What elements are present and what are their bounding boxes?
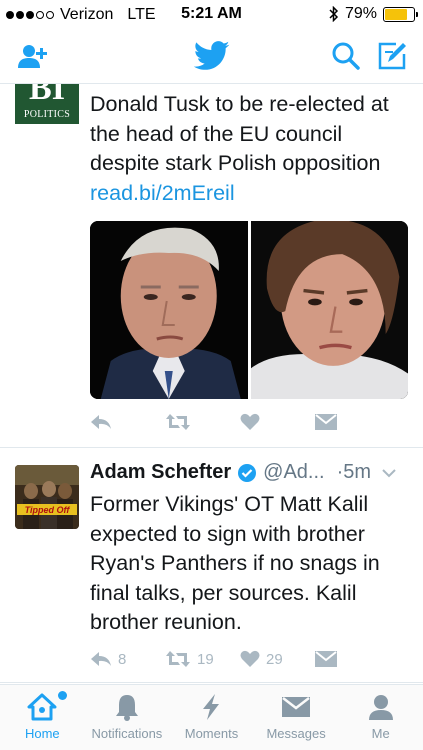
moments-icon (203, 694, 220, 720)
messages-icon (282, 697, 311, 717)
tweet-link[interactable]: read.bi/2mEreil (90, 181, 235, 205)
twitter-bird-icon[interactable] (194, 40, 230, 72)
reply-button[interactable] (90, 413, 165, 431)
nav-bar (0, 28, 423, 84)
tab-messages-label: Messages (266, 726, 326, 741)
status-right: 79% (329, 5, 418, 23)
retweet-icon (166, 651, 190, 667)
tab-me-label: Me (371, 726, 390, 741)
verified-icon (238, 463, 257, 482)
author-handle[interactable]: @Ad... (263, 461, 324, 484)
tab-notifications[interactable]: Notifications (85, 685, 170, 750)
tab-home-label: Home (24, 726, 60, 741)
bluetooth-icon (329, 6, 339, 22)
tweet-text: Donald Tusk to be re-elected at the head… (90, 90, 416, 208)
direct-message-button[interactable] (315, 414, 390, 430)
tweet-card[interactable]: Tipped Off Adam Schefter @Ad... ·5m Form… (0, 449, 423, 683)
tweet-time: ·5m (336, 461, 372, 483)
retweet-count: 19 (197, 650, 214, 668)
like-button[interactable] (240, 413, 315, 431)
compose-icon[interactable] (376, 40, 408, 72)
tab-moments-label: Moments (184, 726, 239, 741)
avatar-label: POLITICS (23, 109, 71, 120)
home-icon (27, 693, 57, 721)
tab-messages[interactable]: Messages (254, 685, 339, 750)
tab-moments[interactable]: Moments (169, 685, 254, 750)
tab-home[interactable]: Home (0, 685, 85, 750)
photo-right[interactable] (250, 221, 408, 399)
avatar-letters: BI (29, 84, 65, 107)
tweet-actions (90, 413, 390, 431)
direct-message-icon (315, 651, 337, 667)
like-icon (240, 413, 260, 430)
add-user-icon[interactable] (16, 40, 48, 72)
battery-fill (385, 8, 408, 20)
tweet-text: Former Vikings' OT Matt Kalil expected t… (90, 492, 380, 634)
tweet-header: Adam Schefter @Ad... ·5m (90, 461, 410, 484)
like-icon (240, 650, 260, 667)
search-icon[interactable] (330, 40, 362, 72)
photo-left[interactable] (90, 221, 248, 399)
like-button[interactable]: 29 (240, 650, 315, 668)
tweet-actions: 8 19 29 (90, 650, 390, 668)
tab-me[interactable]: Me (338, 685, 423, 750)
battery-percent: 79% (344, 5, 377, 22)
notifications-icon (115, 695, 138, 721)
battery-icon (383, 6, 418, 22)
new-tweets-dot (58, 691, 67, 700)
tweet-media[interactable] (90, 221, 408, 399)
reply-count: 8 (118, 650, 127, 668)
retweet-icon (166, 414, 190, 430)
me-icon (368, 695, 393, 720)
reply-icon (91, 652, 111, 666)
chevron-down-icon[interactable] (381, 468, 397, 478)
direct-message-button[interactable] (315, 651, 390, 667)
tweet-body: Donald Tusk to be re-elected at the head… (90, 92, 389, 175)
avatar[interactable]: Tipped Off (15, 465, 79, 529)
author-name[interactable]: Adam Schefter (90, 461, 231, 484)
avatar[interactable]: BI POLITICS (15, 84, 79, 124)
direct-message-icon (315, 414, 337, 430)
tab-notifications-label: Notifications (91, 726, 163, 741)
retweet-button[interactable] (165, 413, 240, 431)
like-count: 29 (266, 650, 283, 668)
reply-button[interactable]: 8 (90, 650, 165, 668)
tab-bar: Home Notifications Moments Messages Me (0, 684, 423, 750)
reply-icon (91, 415, 111, 429)
tweet-card[interactable]: BI POLITICS Donald Tusk to be re-elected… (0, 84, 423, 448)
status-bar: Verizon LTE 5:21 AM 79% (0, 0, 423, 28)
avatar-text: Tipped Off (25, 505, 71, 515)
retweet-button[interactable]: 19 (165, 650, 240, 668)
